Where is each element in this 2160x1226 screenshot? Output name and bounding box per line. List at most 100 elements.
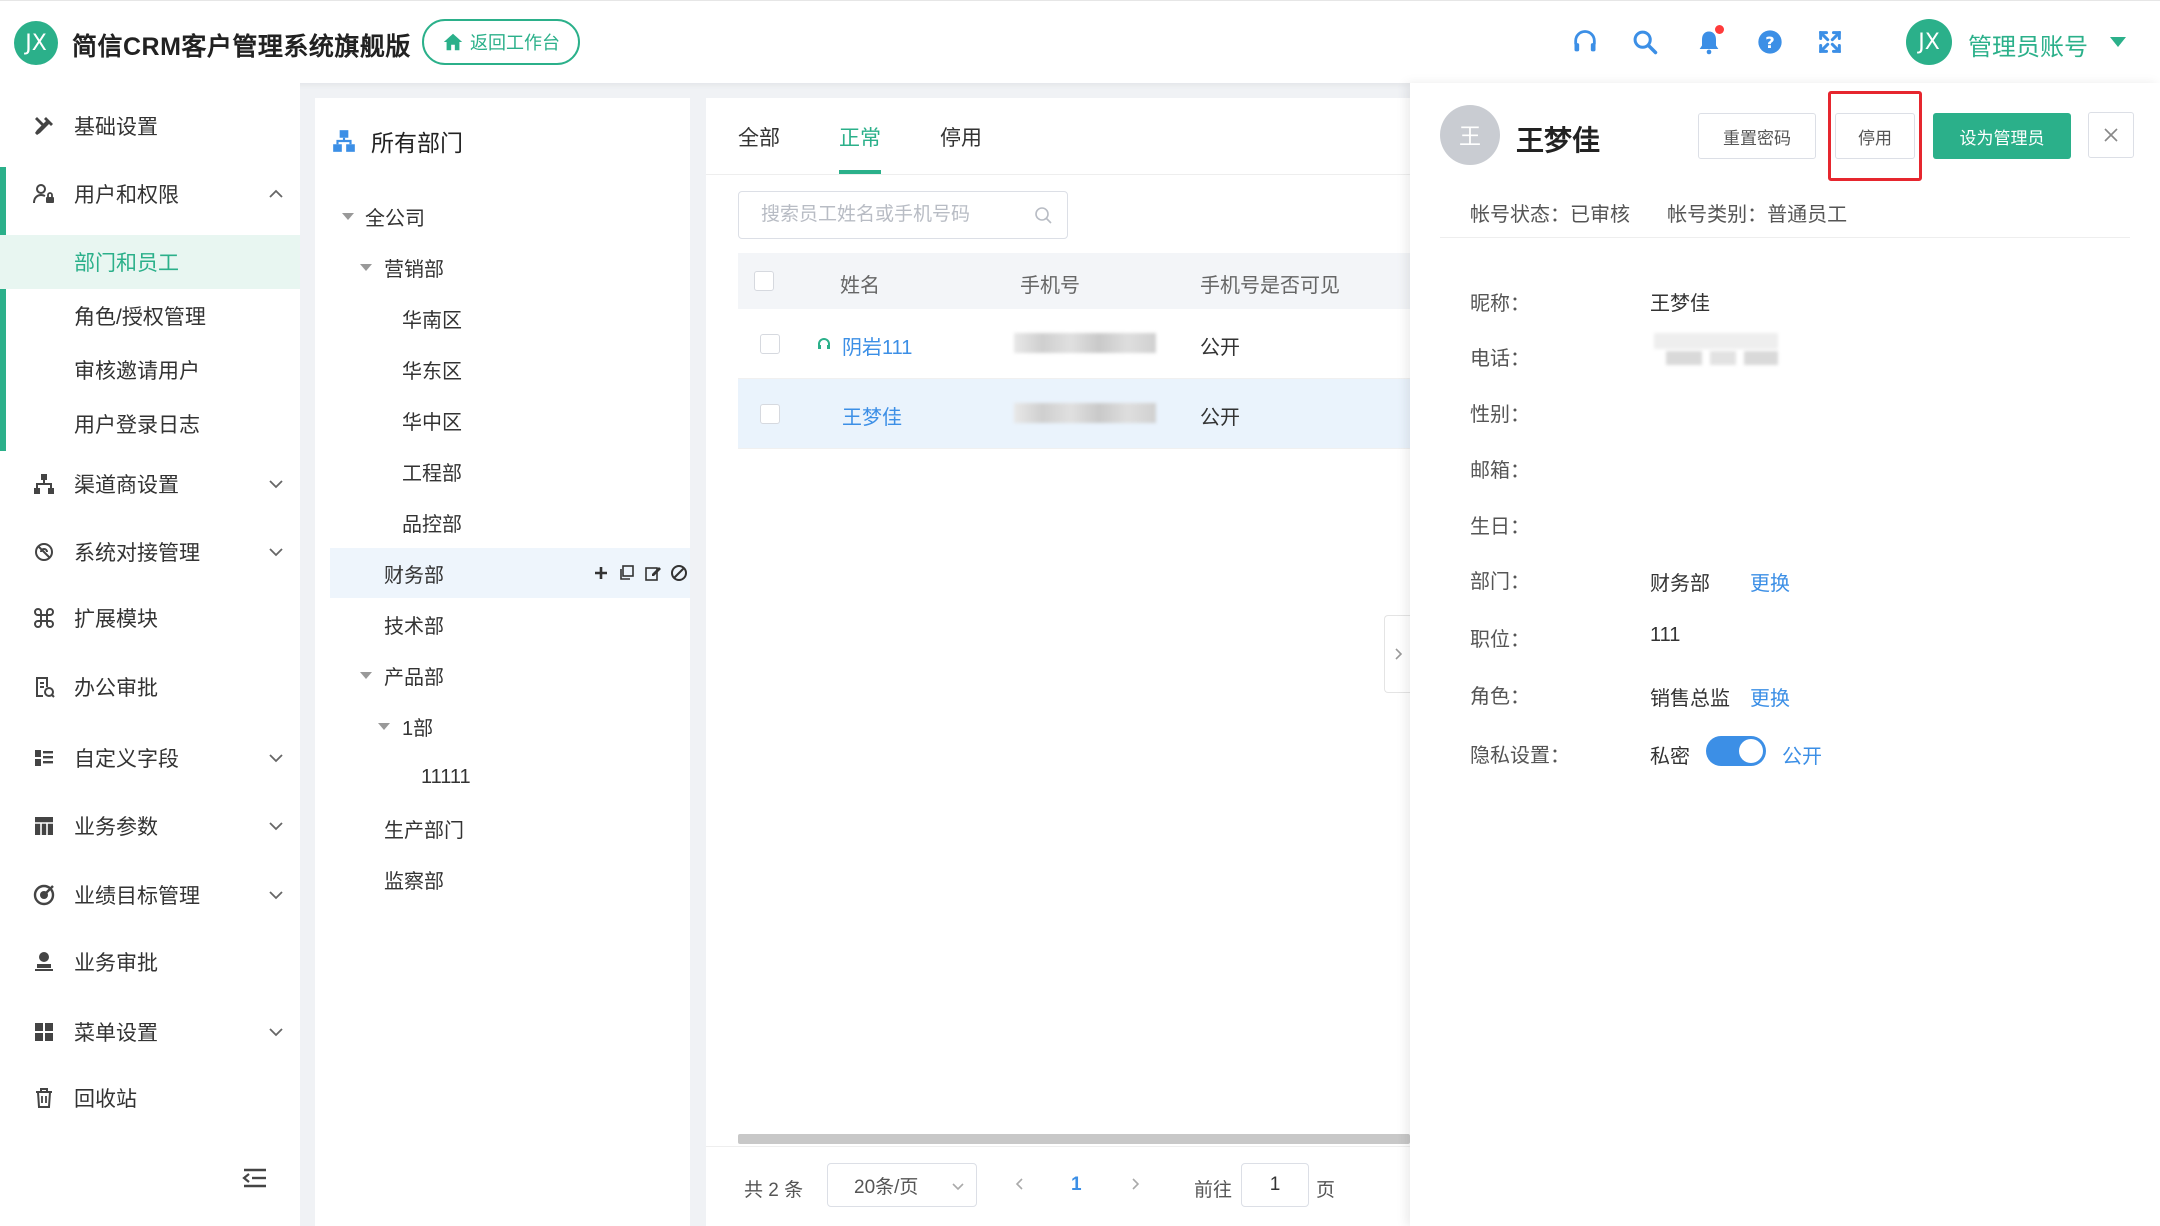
tree-node-label: 工程部 [402, 462, 462, 485]
tree-node-label: 产品部 [384, 666, 444, 689]
drawer-toggle-handle[interactable] [1384, 615, 1410, 693]
tree-node[interactable]: 1部 [315, 701, 690, 751]
sidebar-item-business-approval[interactable]: 业务审批 [0, 935, 300, 989]
caret-down-icon[interactable] [2110, 37, 2126, 47]
page-number-current[interactable]: 1 [1071, 1174, 1082, 1196]
sidebar-item-extensions[interactable]: 扩展模块 [0, 591, 300, 645]
tab-all[interactable]: 全部 [738, 122, 780, 152]
sidebar-subitem-review-invites[interactable]: 审核邀请用户 [0, 343, 300, 397]
tree-node[interactable]: 工程部 [315, 446, 690, 496]
link-icon [30, 538, 58, 566]
sidebar-item-system-integration[interactable]: 系统对接管理 [0, 525, 300, 579]
set-admin-button[interactable]: 设为管理员 [1933, 113, 2071, 159]
search-icon[interactable] [1628, 25, 1662, 59]
tree-node[interactable]: 品控部 [315, 497, 690, 547]
sidebar-item-business-params[interactable]: 业务参数 [0, 799, 300, 853]
sidebar-subitem-dept-employees[interactable]: 部门和员工 [0, 235, 300, 289]
reset-password-button[interactable]: 重置密码 [1698, 113, 1816, 159]
headset-icon[interactable] [1568, 25, 1602, 59]
user-avatar[interactable]: JX [1906, 19, 1952, 65]
tree-node[interactable]: 营销部 [315, 242, 690, 292]
total-count: 共 2 条 [744, 1180, 804, 1201]
role-label: 角色： [1470, 686, 1530, 708]
disable-icon[interactable] [670, 564, 688, 582]
bell-icon[interactable] [1692, 25, 1726, 59]
close-drawer-button[interactable] [2088, 112, 2134, 158]
caret-down-icon[interactable] [360, 671, 372, 679]
employee-name-link[interactable]: 王梦佳 [842, 401, 902, 430]
position-label: 职位： [1470, 629, 1530, 651]
sidebar-item-label: 办公审批 [74, 677, 158, 700]
close-icon [2104, 128, 2118, 142]
add-icon[interactable] [592, 564, 610, 582]
tree-node[interactable]: 华南区 [315, 293, 690, 343]
tab-disabled[interactable]: 停用 [940, 122, 982, 152]
sidebar-item-recycle-bin[interactable]: 回收站 [0, 1071, 300, 1125]
sidebar-item-basic-settings[interactable]: 基础设置 [0, 99, 300, 153]
sidebar-subitem-login-log[interactable]: 用户登录日志 [0, 397, 300, 451]
help-icon[interactable]: ? [1753, 25, 1787, 59]
collapse-sidebar-icon[interactable] [240, 1163, 270, 1193]
row-checkbox[interactable] [760, 404, 780, 424]
employee-search-input[interactable] [739, 192, 1029, 238]
change-role-link[interactable]: 更换 [1750, 682, 1790, 711]
stamp-icon [30, 948, 58, 976]
sidebar-item-performance-goals[interactable]: 业绩目标管理 [0, 868, 300, 922]
highlight-annotation-box [1828, 91, 1922, 181]
wrench-icon [30, 112, 58, 140]
tree-node-selected[interactable]: 财务部 [330, 548, 690, 598]
sidebar-subitem-role-auth[interactable]: 角色/授权管理 [0, 289, 300, 343]
sidebar-item-channel[interactable]: 渠道商设置 [0, 457, 300, 511]
copy-icon[interactable] [618, 564, 636, 582]
privacy-private-text: 私密 [1650, 746, 1690, 768]
tree-node[interactable]: 生产部门 [315, 803, 690, 853]
tab-normal[interactable]: 正常 [839, 122, 881, 152]
table-header: 姓名 手机号 手机号是否可见 [738, 253, 1410, 309]
fullscreen-icon[interactable] [1813, 25, 1847, 59]
sidebar-item-menu-settings[interactable]: 菜单设置 [0, 1005, 300, 1059]
tree-node[interactable]: 产品部 [315, 650, 690, 700]
page-size-select[interactable]: 20条/页 [827, 1163, 977, 1207]
table-row[interactable]: 阴岩111 公开 [738, 309, 1410, 379]
back-to-workbench-button[interactable]: 返回工作台 [422, 19, 580, 65]
column-header-name[interactable]: 姓名 [840, 269, 880, 298]
tree-node[interactable]: 全公司 [315, 191, 690, 241]
goto-page-input[interactable] [1241, 1163, 1309, 1207]
sidebar-item-custom-fields[interactable]: 自定义字段 [0, 731, 300, 785]
caret-down-icon[interactable] [342, 212, 354, 220]
table-row[interactable]: 王梦佳 公开 [738, 379, 1410, 449]
sidebar-item-label: 渠道商设置 [74, 474, 179, 497]
privacy-toggle-switch[interactable] [1706, 736, 1766, 766]
change-dept-link[interactable]: 更换 [1750, 567, 1790, 596]
horizontal-scrollbar[interactable] [738, 1134, 1410, 1144]
search-icon[interactable] [1033, 205, 1053, 225]
role-value: 销售总监 [1650, 688, 1730, 710]
sidebar-subitem-label: 审核邀请用户 [74, 360, 200, 383]
chevron-down-icon [269, 891, 283, 900]
column-header-phone[interactable]: 手机号 [1020, 269, 1080, 298]
tree-node[interactable]: 技术部 [315, 599, 690, 649]
admin-account-name[interactable]: 管理员账号 [1968, 27, 2088, 62]
caret-down-icon[interactable] [378, 722, 390, 730]
tree-node-label: 华中区 [402, 411, 462, 434]
tree-node[interactable]: 监察部 [315, 854, 690, 904]
grid-table-icon [30, 812, 58, 840]
sidebar-item-office-approval[interactable]: 办公审批 [0, 660, 300, 714]
tree-node[interactable]: 华东区 [315, 344, 690, 394]
row-checkbox[interactable] [760, 334, 780, 354]
employee-name-link[interactable]: 阴岩111 [842, 331, 912, 360]
column-header-phone-visible[interactable]: 手机号是否可见 [1200, 269, 1340, 298]
tree-node[interactable]: 华中区 [315, 395, 690, 445]
tree-node[interactable]: 11111 [315, 752, 690, 802]
caret-down-icon[interactable] [360, 263, 372, 271]
next-page-icon[interactable] [1126, 1175, 1144, 1193]
chevron-right-icon [1394, 648, 1402, 660]
sidebar: 基础设置 用户和权限 部门和员工 角色/授权管理 审核邀请用户 用户登录日志 渠… [0, 83, 300, 1226]
select-all-checkbox[interactable] [754, 271, 774, 291]
position-value: 111 [1650, 624, 1681, 646]
pagination: 共 2 条 20条/页 1 前往 页 [706, 1146, 1410, 1226]
sidebar-item-user-permissions[interactable]: 用户和权限 [0, 167, 300, 221]
prev-page-icon[interactable] [1011, 1175, 1029, 1193]
edit-icon[interactable] [644, 564, 662, 582]
sidebar-item-label: 系统对接管理 [74, 542, 200, 565]
